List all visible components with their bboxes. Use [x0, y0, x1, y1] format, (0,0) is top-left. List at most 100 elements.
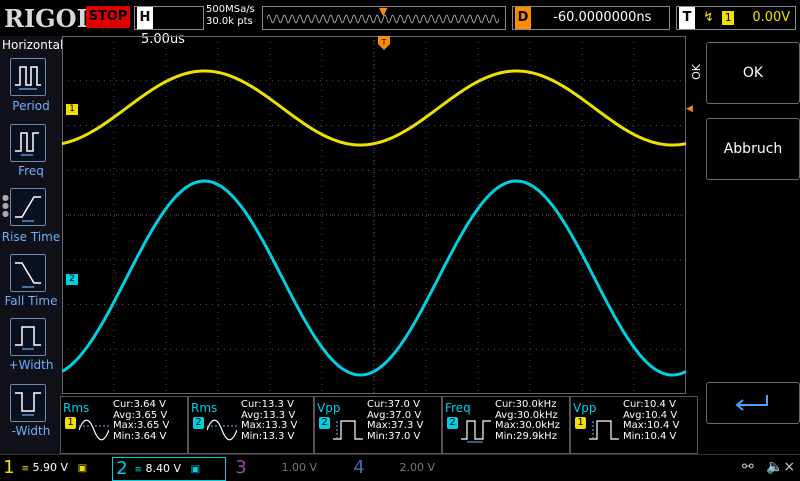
trigger-display[interactable]: T ↯ 1 0.00V	[676, 6, 796, 30]
channel-number: 1	[3, 457, 15, 478]
measurement-cur: Cur:3.64 V	[113, 399, 166, 410]
measurement-vpp-ch2[interactable]: Vpp 2 Cur:37.0 V Avg:37.0 V Max:37.3 V M…	[314, 396, 442, 454]
rigol-logo: RIGOL	[4, 4, 94, 33]
channel-1-offset-marker[interactable]: 1	[66, 104, 78, 115]
channel-4-status[interactable]: 4 2.00 V	[350, 457, 462, 479]
trigger-position-icon: ▼	[379, 5, 388, 18]
memory-depth: 30.0k pts	[206, 16, 253, 27]
abbruch-button[interactable]: Abbruch	[706, 118, 800, 180]
measurement-channel: 2	[319, 417, 330, 429]
menu-title: Horizontal	[2, 38, 64, 52]
rms-icon	[207, 419, 237, 441]
measurement-name: Freq	[445, 401, 471, 415]
channel-scale: 5.90 V	[32, 461, 69, 474]
freq-icon	[461, 420, 491, 443]
measurement-max: Max:3.65 V	[113, 420, 170, 431]
measurement-channel: 1	[575, 417, 586, 429]
channel-scale: 2.00 V	[399, 461, 436, 474]
channel-3-status[interactable]: 3 1.00 V	[232, 457, 344, 479]
trigger-level-marker-icon[interactable]: ◀	[686, 104, 693, 114]
measurement-name: Vpp	[573, 401, 597, 415]
rise-time-label: Rise Time	[1, 230, 61, 244]
measurement-channel: 2	[447, 417, 458, 429]
positive-width-icon	[15, 326, 41, 350]
fall-time-button[interactable]	[10, 254, 46, 292]
trigger-key: T	[679, 7, 695, 29]
channel-scale: 8.40 V	[145, 462, 182, 475]
measurement-min: Min:29.9kHz	[495, 430, 557, 442]
bandwidth-icon: ▣	[190, 464, 201, 475]
measurement-channel: 1	[65, 417, 76, 429]
channel-number: 2	[116, 458, 128, 479]
timebase-display[interactable]: H 5.00us	[134, 6, 204, 47]
measurement-max: Max:13.3 V	[241, 420, 298, 431]
delay-display[interactable]: D -60.0000000ns	[512, 6, 670, 30]
rise-time-button[interactable]	[10, 188, 46, 226]
trigger-position-marker-icon[interactable]: T	[378, 36, 390, 54]
measurement-min: Min:37.0 V	[367, 430, 421, 442]
channel-1-status[interactable]: 1 ≡ 5.90 V ▣	[0, 457, 110, 479]
usb-icon: ⚯	[742, 459, 754, 475]
positive-width-button[interactable]	[10, 318, 46, 356]
enter-button[interactable]	[706, 382, 800, 424]
measurement-cur: Cur:37.0 V	[367, 399, 420, 410]
measurement-rms-ch1[interactable]: Rms 1 Cur:3.64 V Avg:3.65 V Max:3.65 V M…	[60, 396, 188, 454]
measurement-cur: Cur:10.4 V	[623, 399, 676, 410]
sample-rate: 500MSa/s	[206, 4, 255, 15]
acquisition-info: 500MSa/s 30.0k pts	[206, 4, 255, 28]
waveform-display[interactable]	[62, 36, 686, 394]
rise-time-icon	[15, 196, 41, 222]
channel-number: 4	[353, 457, 365, 478]
measurement-cur: Cur:30.0kHz	[495, 399, 557, 410]
speaker-mute-icon[interactable]: 🔈×	[766, 459, 795, 475]
delay-value: -60.0000000ns	[553, 10, 652, 25]
measurement-min: Min:10.4 V	[623, 430, 677, 442]
fall-time-icon	[15, 262, 41, 288]
coupling-icon: ≡	[134, 465, 143, 475]
side-ok-label: OK	[690, 64, 703, 80]
delay-key: D	[515, 7, 531, 29]
negative-width-icon	[15, 392, 41, 416]
measurement-rms-ch2[interactable]: Rms 2 Cur:13.3 V Avg:13.3 V Max:13.3 V M…	[188, 396, 314, 454]
bandwidth-icon: ▣	[77, 463, 88, 474]
rms-icon	[79, 419, 109, 441]
measurement-name: Rms	[63, 401, 90, 415]
channel-2-status[interactable]: 2 ≡ 8.40 V ▣	[112, 457, 226, 481]
period-label: Period	[12, 99, 50, 113]
period-button[interactable]	[10, 58, 46, 96]
channel-number: 3	[235, 457, 247, 478]
channel-2-offset-marker[interactable]: 2	[66, 274, 78, 285]
right-softkey-panel: OK Abbruch	[704, 36, 800, 454]
menu-page-dots-icon: ● ● ●	[2, 193, 9, 218]
channel-status-bar: 1 ≡ 5.90 V ▣ 2 ≡ 8.40 V ▣ 3 1.00 V 4 2.0…	[0, 454, 800, 481]
measurement-freq-ch2[interactable]: Freq 2 Cur:30.0kHz Avg:30.0kHz Max:30.0k…	[442, 396, 570, 454]
negative-width-button[interactable]	[10, 384, 46, 422]
freq-icon	[15, 132, 39, 156]
coupling-icon: ≡	[21, 464, 30, 474]
measurement-max: Max:37.3 V	[367, 420, 424, 431]
measurement-vpp-ch1[interactable]: Vpp 1 Cur:10.4 V Avg:10.4 V Max:10.4 V M…	[570, 396, 698, 454]
ok-button[interactable]: OK	[706, 42, 800, 104]
memory-overview-bar[interactable]: ▼	[262, 5, 506, 30]
vpp-icon	[589, 420, 619, 440]
freq-label: Freq	[18, 164, 44, 178]
run-stop-status[interactable]: STOP	[86, 6, 130, 28]
trigger-source: 1	[722, 11, 735, 25]
svg-text:T: T	[381, 38, 387, 47]
measurement-max: Max:30.0kHz	[495, 420, 560, 431]
trigger-edge-icon: ↯	[703, 10, 715, 25]
measurement-max: Max:10.4 V	[623, 420, 680, 431]
channel-scale: 1.00 V	[281, 461, 318, 474]
graticule	[62, 36, 686, 394]
enter-arrow-icon	[735, 395, 768, 411]
period-icon	[15, 66, 41, 90]
measurement-min: Min:3.64 V	[113, 430, 167, 442]
fall-time-label: Fall Time	[4, 294, 58, 308]
freq-button[interactable]	[10, 124, 46, 162]
trigger-level: 0.00V	[752, 10, 791, 25]
negative-width-label: -Width	[11, 424, 51, 438]
positive-width-label: +Width	[8, 358, 54, 372]
measurement-name: Vpp	[317, 401, 341, 415]
top-status-bar: RIGOL STOP H 5.00us 500MSa/s 30.0k pts ▼…	[0, 0, 800, 47]
measurement-name: Rms	[191, 401, 218, 415]
